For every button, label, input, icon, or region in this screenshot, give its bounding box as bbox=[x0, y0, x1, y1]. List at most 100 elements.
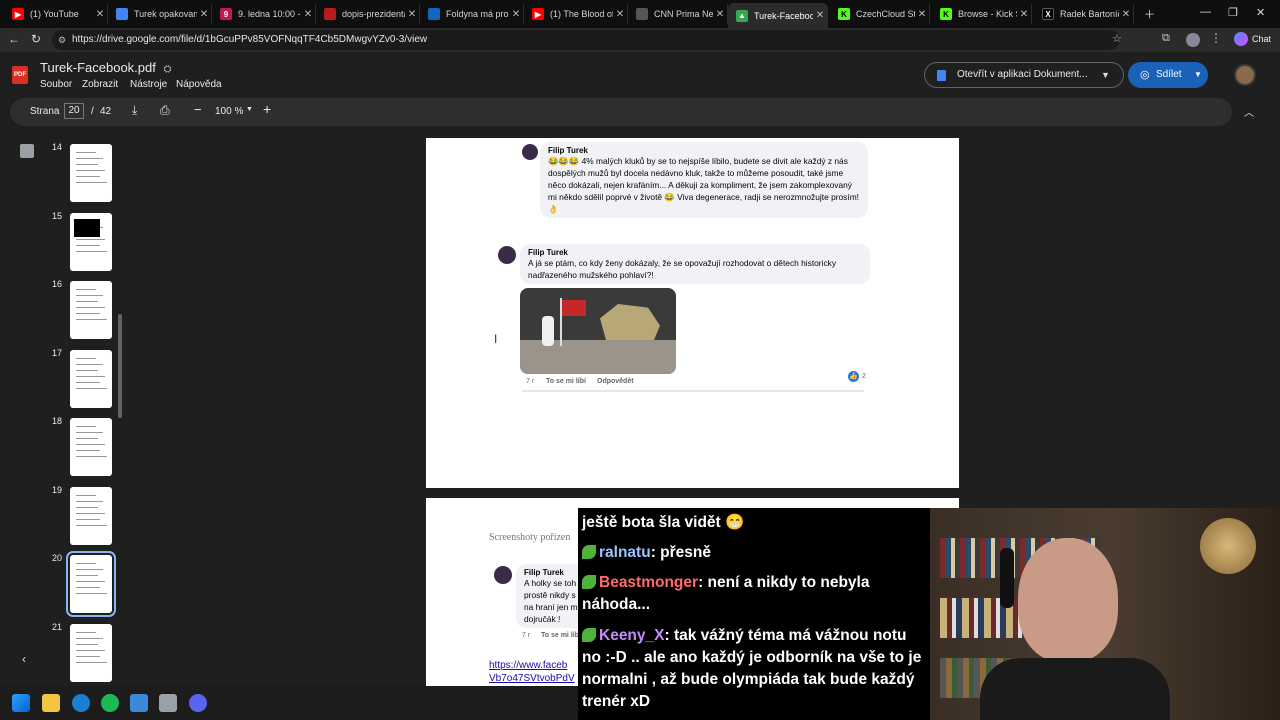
zoom-out-button[interactable]: − bbox=[194, 102, 202, 117]
avatar[interactable] bbox=[1234, 64, 1256, 86]
reply-link[interactable]: Odpovědět bbox=[597, 378, 634, 385]
thumbnail-text-line bbox=[76, 507, 98, 508]
edge-icon[interactable] bbox=[72, 694, 90, 712]
collapse-sidebar-icon[interactable]: ‹ bbox=[22, 652, 26, 666]
document-title[interactable]: Turek-Facebook.pdf ⛭ bbox=[40, 60, 171, 75]
menu-tools[interactable]: Nástroje bbox=[130, 79, 167, 90]
close-icon[interactable]: ✕ bbox=[613, 9, 627, 20]
window-close-icon[interactable]: ✕ bbox=[1256, 6, 1265, 19]
thumbnail-text-line bbox=[76, 289, 96, 290]
page-thumbnail[interactable] bbox=[70, 144, 112, 202]
youtube-icon: ▶ bbox=[12, 8, 24, 20]
close-icon[interactable]: ✕ bbox=[1119, 9, 1133, 20]
thumbnail-text-line bbox=[76, 313, 100, 314]
source-link[interactable]: https://www.faceb bbox=[489, 660, 567, 671]
close-icon[interactable]: ✕ bbox=[93, 9, 107, 20]
source-link[interactable]: Vb7o47SVtvobPdV bbox=[489, 673, 575, 684]
attached-moon-photo[interactable] bbox=[520, 288, 676, 374]
chat-username: Beastmonger bbox=[599, 574, 699, 591]
sidebar-scrollbar[interactable] bbox=[118, 314, 122, 418]
open-with-button[interactable]: Otevřít v aplikaci Dokument... ▼ bbox=[924, 62, 1124, 88]
chevron-down-icon[interactable]: ▼ bbox=[1194, 62, 1202, 88]
close-icon[interactable]: ✕ bbox=[301, 9, 315, 20]
comment-author: Filip Turek bbox=[528, 248, 568, 257]
zoom-in-button[interactable]: + bbox=[263, 101, 271, 117]
page-number-input[interactable]: 20 bbox=[64, 103, 84, 119]
page-thumbnail[interactable] bbox=[70, 350, 112, 408]
thumbnail-text-line bbox=[76, 587, 100, 588]
minimize-icon[interactable]: — bbox=[1200, 6, 1211, 18]
thumbnail-text-line bbox=[76, 656, 100, 657]
windows-start-icon[interactable] bbox=[12, 694, 30, 712]
new-tab-icon[interactable]: ＋ bbox=[1144, 6, 1155, 22]
like-link[interactable]: To se mi líbí bbox=[541, 632, 581, 639]
browser-tab[interactable]: X Radek Bartoníček✕ bbox=[1034, 4, 1134, 24]
close-icon[interactable]: ✕ bbox=[509, 9, 523, 20]
thumbnail-text-line bbox=[76, 364, 103, 365]
pdf-icon: PDF bbox=[12, 66, 28, 84]
browser-tab[interactable]: K Browse - Kick Stre✕ bbox=[932, 4, 1032, 24]
maximize-icon[interactable]: ❐ bbox=[1228, 6, 1238, 19]
url-field[interactable]: ⚙ https://drive.google.com/file/d/1bGcuP… bbox=[52, 30, 1120, 50]
more-icon[interactable]: ⋮ bbox=[1210, 31, 1222, 45]
calculator-icon[interactable] bbox=[159, 694, 177, 712]
thumbnail-page-number: 17 bbox=[52, 348, 63, 358]
page-thumbnail[interactable] bbox=[66, 551, 116, 617]
browser-tab[interactable]: ▶ (1) The Blood of D✕ bbox=[524, 4, 628, 24]
thumbnail-text-line bbox=[76, 358, 96, 359]
page-thumbnail[interactable] bbox=[70, 281, 112, 339]
share-button[interactable]: ◎ Sdílet ▼ bbox=[1128, 62, 1208, 88]
zoom-level[interactable]: 100 % bbox=[215, 106, 243, 117]
print-icon[interactable]: ⎙ bbox=[160, 103, 170, 118]
page-thumbnail[interactable] bbox=[70, 487, 112, 545]
thumbnail-text-line bbox=[76, 569, 103, 570]
like-link[interactable]: To se mi líbí bbox=[546, 378, 586, 385]
discord-icon[interactable] bbox=[189, 694, 207, 712]
thumbnail-text-line bbox=[76, 158, 103, 159]
doc-icon bbox=[116, 8, 128, 20]
browser-tab[interactable]: dopis-prezidenta ✕ bbox=[316, 4, 420, 24]
star-icon[interactable]: ☆ bbox=[1112, 32, 1122, 45]
commenter-avatar bbox=[522, 144, 538, 160]
browser-tab-active[interactable]: ▲ Turek-Facebook.p✕ bbox=[728, 3, 828, 28]
menu-file[interactable]: Soubor bbox=[40, 79, 72, 90]
drive-status-icon[interactable]: ⛭ bbox=[163, 64, 171, 75]
reload-icon[interactable]: ↻ bbox=[31, 32, 41, 46]
chevron-up-icon[interactable]: ︿ bbox=[1244, 104, 1254, 119]
image-view-icon[interactable] bbox=[20, 144, 34, 158]
profile-icon[interactable] bbox=[1186, 33, 1200, 47]
close-icon[interactable]: ✕ bbox=[197, 9, 211, 20]
close-icon[interactable]: ✕ bbox=[713, 9, 727, 20]
page-thumbnail[interactable] bbox=[70, 624, 112, 682]
chat-message: ralnatu: přesně bbox=[582, 542, 922, 564]
close-icon[interactable]: ✕ bbox=[405, 9, 419, 20]
thumbnail-text-line bbox=[76, 513, 105, 514]
browser-tab[interactable]: K CzechCloud Strea✕ bbox=[830, 4, 930, 24]
browser-tab[interactable]: Turek opakovaně ✕ bbox=[108, 4, 212, 24]
spotify-icon[interactable] bbox=[101, 694, 119, 712]
back-icon[interactable]: ← bbox=[8, 32, 20, 46]
browser-tab[interactable]: ▶ (1) YouTube ✕ bbox=[4, 4, 108, 24]
download-icon[interactable]: ⤓ bbox=[132, 103, 137, 118]
copilot-icon[interactable] bbox=[1234, 32, 1248, 46]
extensions-icon[interactable]: ⧉ bbox=[1162, 32, 1170, 45]
browser-tab[interactable]: 9 9. ledna 10:00 - Sl✕ bbox=[212, 4, 316, 24]
chat-label[interactable]: Chat bbox=[1252, 34, 1271, 44]
file-explorer-icon[interactable] bbox=[42, 694, 60, 712]
menu-help[interactable]: Nápověda bbox=[176, 79, 222, 90]
browser-tab[interactable]: Foldyna má probl ✕ bbox=[420, 4, 524, 24]
chat-text: ještě bota šla vidět 😁 bbox=[582, 514, 745, 531]
menu-view[interactable]: Zobrazit bbox=[82, 79, 118, 90]
site-info-icon[interactable]: ⚙ bbox=[58, 30, 66, 50]
thumbnail-text-line bbox=[76, 575, 98, 576]
chevron-down-icon[interactable]: ▼ bbox=[1101, 63, 1110, 87]
chevron-down-icon[interactable]: ▼ bbox=[246, 106, 253, 113]
page-thumbnail[interactable] bbox=[70, 213, 112, 271]
doc-icon bbox=[428, 8, 440, 20]
close-icon[interactable]: ✕ bbox=[915, 9, 929, 20]
close-icon[interactable]: ✕ bbox=[813, 10, 827, 21]
close-icon[interactable]: ✕ bbox=[1017, 9, 1031, 20]
notepad-icon[interactable] bbox=[130, 694, 148, 712]
page-thumbnail[interactable] bbox=[70, 418, 112, 476]
browser-tab[interactable]: CNN Prima News✕ bbox=[628, 4, 728, 24]
